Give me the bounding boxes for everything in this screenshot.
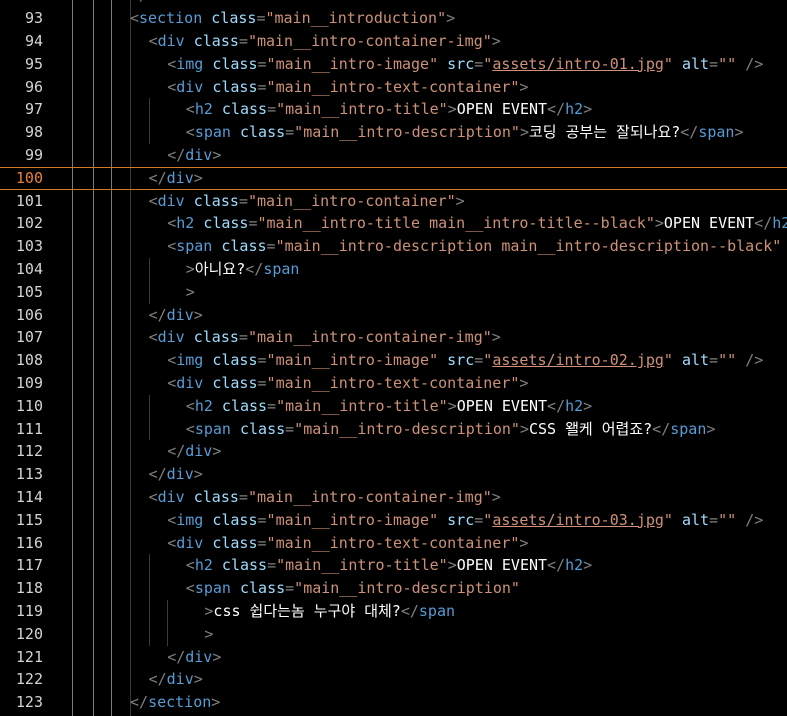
- code-line[interactable]: >css 쉽다는놈 누구야 대체?</span: [0, 600, 787, 623]
- code-text: <div class="main__intro-text-container">: [167, 533, 529, 552]
- code-line[interactable]: <div class="main__intro-container-img">: [0, 486, 787, 509]
- code-line[interactable]: </div>: [0, 144, 787, 167]
- code-text: <span class="main__intro-description": [185, 579, 520, 598]
- code-text: <img class="main__intro-image" src="asse…: [167, 351, 764, 370]
- code-line[interactable]: <h2 class="main__intro-title">OPEN EVENT…: [0, 98, 787, 121]
- code-text: </div>: [167, 442, 222, 461]
- code-text: <img class="main__intro-image" src="asse…: [167, 510, 764, 529]
- code-line[interactable]: <div class="main__intro-text-container">: [0, 532, 787, 555]
- code-line[interactable]: </section>: [0, 0, 787, 7]
- code-line[interactable]: <div class="main__intro-container-img">: [0, 326, 787, 349]
- code-line[interactable]: </div>: [0, 463, 787, 486]
- code-line[interactable]: <div class="main__intro-container-img">: [0, 30, 787, 53]
- code-line[interactable]: <h2 class="main__intro-title">OPEN EVENT…: [0, 395, 787, 418]
- code-text: </div>: [148, 305, 203, 324]
- code-text: </div>: [167, 146, 222, 164]
- code-text: <section class="main__introduction">: [130, 9, 456, 28]
- code-text: <div class="main__intro-text-container">: [167, 374, 529, 392]
- code-line[interactable]: <img class="main__intro-image" src="asse…: [0, 53, 787, 76]
- code-line[interactable]: <img class="main__intro-image" src="asse…: [0, 349, 787, 372]
- code-line[interactable]: <img class="main__intro-image" src="asse…: [0, 509, 787, 532]
- code-text: <h2 class="main__intro-title">OPEN EVENT…: [185, 556, 593, 575]
- code-text: </div>: [148, 465, 203, 484]
- code-line[interactable]: <div class="main__intro-container">: [0, 190, 787, 213]
- code-text: >css 쉽다는놈 누구야 대체?</span: [204, 602, 456, 620]
- code-line[interactable]: >: [0, 281, 787, 304]
- code-text: <span class="main__intro-description mai…: [167, 237, 782, 256]
- code-text: <h2 class="main__intro-title main__intro…: [167, 214, 787, 233]
- code-line[interactable]: <div class="main__intro-text-container">: [0, 76, 787, 99]
- code-line[interactable]: <span class="main__intro-description">CS…: [0, 418, 787, 441]
- code-text: >: [185, 282, 195, 301]
- code-text: <div class="main__intro-container-img">: [148, 488, 501, 506]
- code-text: <h2 class="main__intro-title">OPEN EVENT…: [185, 396, 593, 415]
- code-text: <div class="main__intro-container-img">: [148, 328, 501, 347]
- code-text: </div>: [148, 168, 203, 187]
- code-line[interactable]: </div>: [0, 646, 787, 669]
- code-text: <span class="main__intro-description">CS…: [185, 419, 716, 438]
- code-line[interactable]: >: [0, 623, 787, 646]
- code-text: <div class="main__intro-container">: [148, 191, 465, 210]
- code-text: <h2 class="main__intro-title">OPEN EVENT…: [185, 100, 593, 119]
- code-line[interactable]: <h2 class="main__intro-title">OPEN EVENT…: [0, 554, 787, 577]
- code-line[interactable]: <section class="main__introduction">: [0, 7, 787, 30]
- code-line[interactable]: <span class="main__intro-description">코딩…: [0, 121, 787, 144]
- code-line[interactable]: </div>: [0, 668, 787, 691]
- code-text: </div>: [167, 647, 222, 666]
- code-line[interactable]: </section>: [0, 691, 787, 714]
- code-line[interactable]: >아니요?</span: [0, 258, 787, 281]
- code-line[interactable]: </div>: [0, 304, 787, 327]
- code-text: >: [204, 624, 214, 643]
- code-line[interactable]: <span class="main__intro-description mai…: [0, 235, 787, 258]
- code-text: <img class="main__intro-image" src="asse…: [167, 54, 764, 73]
- code-text: </div>: [148, 670, 203, 689]
- code-text: >아니요?</span: [185, 260, 300, 278]
- code-editor[interactable]: 9293949596979899100101102103104105106107…: [0, 0, 787, 716]
- code-line[interactable]: <div class="main__intro-text-container">: [0, 372, 787, 395]
- code-text: <span class="main__intro-description">코딩…: [185, 123, 744, 142]
- code-line[interactable]: </div>: [0, 440, 787, 463]
- code-text: </section>: [130, 693, 221, 712]
- code-text: <div class="main__intro-container-img">: [148, 32, 501, 50]
- code-line[interactable]: <h2 class="main__intro-title main__intro…: [0, 212, 787, 235]
- code-line[interactable]: <span class="main__intro-description": [0, 577, 787, 600]
- code-text: </section>: [130, 0, 220, 7]
- code-line[interactable]: </div>: [0, 167, 787, 190]
- code-text: <div class="main__intro-text-container">: [167, 77, 529, 96]
